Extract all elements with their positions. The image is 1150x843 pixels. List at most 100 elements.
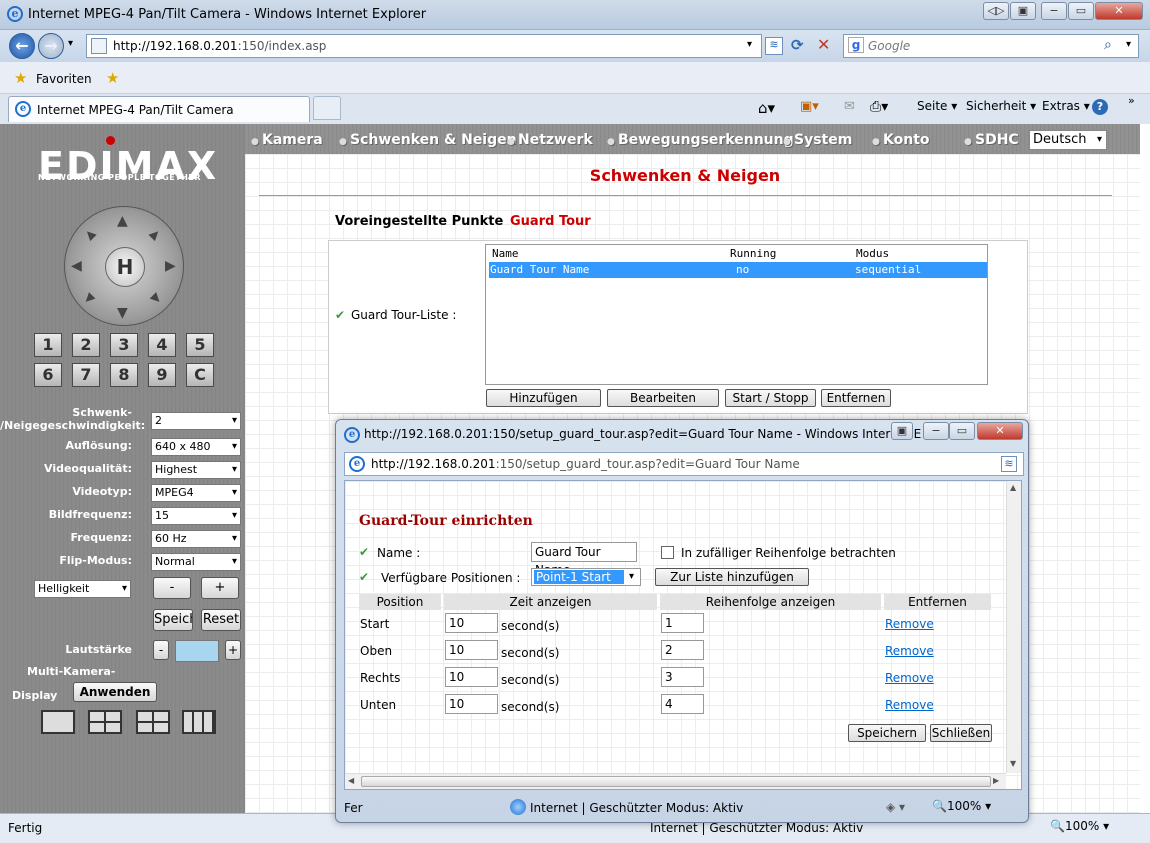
mail-icon[interactable]: ✉ (844, 99, 855, 114)
help-icon[interactable]: ? (1092, 99, 1108, 115)
close-popup-button[interactable]: Schließen (930, 724, 992, 742)
remove-link[interactable]: Remove (885, 644, 934, 658)
tab-presets[interactable]: Voreingestellte Punkte (335, 214, 503, 229)
popup-address-bar[interactable]: e http://192.168.0.201:150/setup_guard_t… (344, 452, 1024, 476)
compat-view-icon[interactable]: ≋ (765, 37, 783, 55)
time-field[interactable]: 10 (445, 694, 498, 714)
volume-plus-button[interactable]: + (225, 640, 241, 660)
address-bar[interactable]: http://192.168.0.201:150/index.asp ▾ (86, 34, 762, 58)
resolution-select[interactable]: 640 x 480 (151, 438, 241, 456)
image-minus-button[interactable]: - (153, 577, 191, 599)
layout-six-icon[interactable] (136, 710, 170, 734)
remove-link[interactable]: Remove (885, 617, 934, 631)
name-field[interactable]: Guard Tour Name (531, 542, 637, 577)
video-quality-select[interactable]: Highest (151, 461, 241, 479)
frame-rate-select[interactable]: 15 (151, 507, 241, 525)
preset-8-button[interactable]: 8 (110, 363, 138, 387)
list-item[interactable]: Guard Tour Name no sequential (489, 262, 987, 278)
save-button[interactable]: Speichern (848, 724, 926, 742)
stop-icon[interactable]: ✕ (817, 35, 830, 54)
scroll-thumb[interactable] (361, 776, 991, 787)
preset-9-button[interactable]: 9 (148, 363, 176, 387)
popup-security-icon[interactable]: ◈ ▾ (886, 800, 905, 814)
nav-konto[interactable]: Konto (872, 132, 930, 148)
time-field[interactable]: 10 (445, 667, 498, 687)
remove-link[interactable]: Remove (885, 698, 934, 712)
popup-minimize-button[interactable]: − (923, 422, 949, 440)
forward-button[interactable]: → (38, 33, 64, 59)
scroll-right-icon[interactable]: ▶ (993, 776, 999, 785)
restore-tabs-icon[interactable]: ◁▷ (983, 2, 1009, 20)
image-save-button[interactable]: Speich (153, 609, 193, 631)
remove-button[interactable]: Entfernen (821, 389, 891, 407)
horizontal-scrollbar[interactable]: ◀ ▶ (345, 773, 1006, 789)
popup-maximize-button[interactable]: ▭ (949, 422, 975, 440)
print-icon[interactable]: ⎙▾ (870, 99, 888, 115)
search-options-icon[interactable]: ▾ (1126, 39, 1131, 50)
remove-link[interactable]: Remove (885, 671, 934, 685)
ptz-upleft-icon[interactable]: ▲ (81, 226, 97, 242)
add-button[interactable]: Hinzufügen (486, 389, 601, 407)
tab-camera[interactable]: e Internet MPEG-4 Pan/Tilt Camera (8, 96, 310, 122)
minimize-button[interactable]: − (1041, 2, 1067, 20)
image-plus-button[interactable]: + (201, 577, 239, 599)
flip-mode-select[interactable]: Normal (151, 553, 241, 571)
history-dropdown-icon[interactable]: ▾ (68, 38, 73, 49)
preset-6-button[interactable]: 6 (34, 363, 62, 387)
scroll-up-icon[interactable]: ▲ (1010, 483, 1016, 492)
address-dropdown-icon[interactable]: ▾ (747, 39, 752, 50)
share-icon[interactable]: ▣ (1010, 2, 1036, 20)
preset-3-button[interactable]: 3 (110, 333, 138, 357)
ptz-upright-icon[interactable]: ▲ (147, 226, 163, 242)
pan-speed-select[interactable]: 2 (151, 412, 241, 430)
frequency-select[interactable]: 60 Hz (151, 530, 241, 548)
popup-share-icon[interactable]: ▣ (891, 422, 913, 440)
nav-sdhc[interactable]: SDHC (964, 132, 1019, 148)
layout-quad-icon[interactable] (88, 710, 122, 734)
zoom-control[interactable]: 🔍100% ▾ (1050, 819, 1109, 833)
search-icon[interactable]: ⌕ (1104, 37, 1112, 53)
extras-menu[interactable]: Extras ▾ (1042, 99, 1090, 113)
language-select[interactable]: Deutsch ▾ (1029, 130, 1107, 150)
chevron-more-icon[interactable]: » (1128, 94, 1135, 107)
preset-4-button[interactable]: 4 (148, 333, 176, 357)
order-field[interactable]: 1 (661, 613, 704, 633)
layout-single-icon[interactable] (41, 710, 75, 734)
popup-compat-icon[interactable]: ≋ (1001, 456, 1017, 472)
add-favorite-icon[interactable]: ★ (106, 69, 119, 87)
scroll-down-icon[interactable]: ▼ (1010, 759, 1016, 768)
popup-zoom-control[interactable]: 🔍100% ▾ (932, 799, 991, 813)
image-adjust-select[interactable]: Helligkeit (34, 580, 131, 598)
close-button[interactable]: ✕ (1095, 2, 1143, 20)
nav-kamera[interactable]: Kamera (251, 132, 323, 148)
maximize-button[interactable]: ▭ (1068, 2, 1094, 20)
image-reset-button[interactable]: Reset (201, 609, 241, 631)
refresh-icon[interactable]: ⟳ (791, 36, 804, 54)
home-icon[interactable]: ⌂▾ (758, 99, 775, 117)
favorites-button[interactable]: Favoriten (36, 72, 92, 86)
time-field[interactable]: 10 (445, 613, 498, 633)
multicam-apply-button[interactable]: Anwenden (73, 682, 157, 702)
ptz-right-icon[interactable]: ▶ (165, 258, 176, 274)
ptz-up-icon[interactable]: ▲ (117, 213, 128, 229)
ptz-downright-icon[interactable]: ▼ (147, 290, 163, 306)
back-button[interactable]: ← (9, 33, 35, 59)
nav-system[interactable]: System (783, 132, 852, 148)
video-type-select[interactable]: MPEG4 (151, 484, 241, 502)
search-box[interactable]: g Google ⌕ ▾ (843, 34, 1139, 58)
order-field[interactable]: 4 (661, 694, 704, 714)
edit-button[interactable]: Bearbeiten (607, 389, 719, 407)
preset-7-button[interactable]: 7 (72, 363, 100, 387)
ptz-control-pad[interactable]: ▲ ▼ ◀ ▶ ▲ ▲ ▼ ▼ H (64, 206, 184, 326)
feeds-icon[interactable]: ▣▾ (800, 99, 819, 114)
guard-tour-list[interactable]: Name Running Modus Guard Tour Name no se… (485, 244, 988, 385)
popup-close-button[interactable]: ✕ (977, 422, 1023, 440)
ptz-down-icon[interactable]: ▼ (117, 305, 128, 321)
tab-guard-tour[interactable]: Guard Tour (510, 214, 591, 229)
nav-pan-tilt[interactable]: Schwenken & Neigen (339, 132, 517, 148)
ptz-downleft-icon[interactable]: ▼ (81, 290, 97, 306)
time-field[interactable]: 10 (445, 640, 498, 660)
nav-motion[interactable]: Bewegungserkennung (607, 132, 794, 148)
preset-5-button[interactable]: 5 (186, 333, 214, 357)
add-to-list-button[interactable]: Zur Liste hinzufügen (655, 568, 809, 586)
